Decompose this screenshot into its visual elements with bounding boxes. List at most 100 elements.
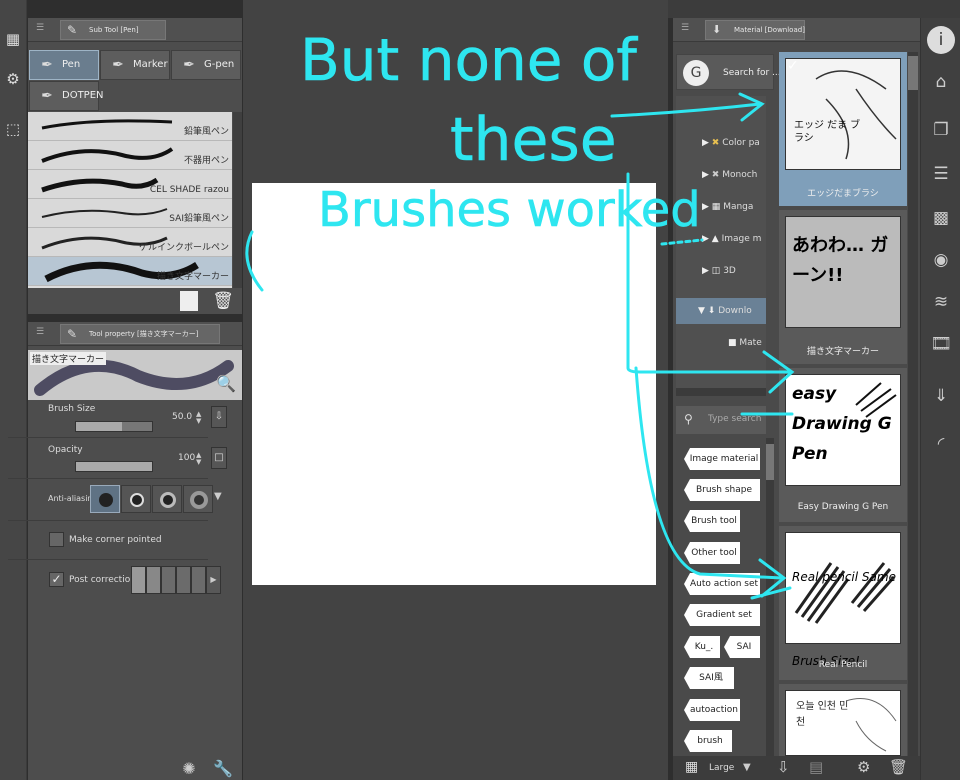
- settings-icon[interactable]: ⚙: [857, 758, 870, 776]
- manga-face-sketch: [815, 70, 897, 160]
- clip-logo-icon: G: [683, 60, 709, 86]
- brush-row[interactable]: SAI鉛筆風ペン: [28, 199, 232, 228]
- pen-icon: ✎: [67, 23, 78, 37]
- wrench-icon[interactable]: 🔧: [212, 758, 234, 780]
- pen-gear-icon: ✎: [67, 327, 78, 341]
- spinner-icon[interactable]: ✺: [178, 758, 200, 780]
- trash-icon[interactable]: 🗑: [889, 758, 908, 776]
- subtool-marker-button[interactable]: ✒ Marker: [100, 50, 170, 80]
- gear-icon[interactable]: ⚙: [2, 68, 24, 90]
- tree-item-manga[interactable]: ▶ ▦ Manga: [702, 194, 766, 220]
- brush-list-scrollbar[interactable]: [233, 112, 242, 288]
- pressure-settings-button[interactable]: ⇩: [211, 406, 227, 428]
- tag-scrollbar[interactable]: [766, 438, 774, 756]
- panel-menu-icon[interactable]: ☰: [36, 22, 48, 34]
- material-item[interactable]: easy Drawing G Pen Easy Drawing G Pen: [779, 368, 907, 522]
- tone-icon[interactable]: ▩: [927, 204, 955, 232]
- brush-row[interactable]: 鉛筆風ペン: [28, 112, 232, 141]
- antialias-none-button[interactable]: [90, 485, 120, 513]
- antialias-strong-button[interactable]: [183, 485, 213, 513]
- material-thumbnail: エッジ だま ブラシ: [785, 58, 901, 170]
- clip-studio-window: { "left_toolbar":{"icons":["grid-icon","…: [0, 0, 960, 780]
- tag-autoaction[interactable]: autoaction: [684, 699, 740, 721]
- tag-other-tool[interactable]: Other tool: [684, 542, 740, 564]
- tree-item-material-folder[interactable]: ■ Mate: [728, 330, 766, 356]
- grid-icon[interactable]: ▦: [2, 28, 24, 50]
- brush-row-selected[interactable]: 描き文字マーカー: [28, 257, 232, 286]
- color-wheel-icon[interactable]: ◉: [927, 246, 955, 274]
- divider: [8, 520, 208, 521]
- right-toolbar: i ⌂ ❐ ☰ ▩ ◉ ≋ 🎞 ⇓ ◜: [920, 18, 960, 780]
- antialias-weak-button[interactable]: [121, 485, 151, 513]
- material-download-icon[interactable]: ⇓: [927, 382, 955, 410]
- grid-view-icon[interactable]: ▦: [685, 759, 698, 775]
- brush-list: 鉛筆風ペン 不器用ペン CEL SHADE razou SAI鉛筆風ペン ゲルイ…: [28, 112, 232, 288]
- curve-icon[interactable]: ◜: [927, 430, 955, 458]
- chevron-down-icon[interactable]: ▼: [743, 762, 751, 773]
- tag-sai[interactable]: SAI: [724, 636, 760, 658]
- trash-icon[interactable]: 🗑: [212, 290, 234, 312]
- tree-scrollbar[interactable]: [676, 388, 766, 396]
- tag-brush[interactable]: brush: [684, 730, 732, 752]
- tree-item-download[interactable]: ▼ ⬇ Downlo: [676, 298, 766, 324]
- material-item[interactable]: 오늘 인천 민천: [779, 684, 907, 756]
- tree-item-image-material[interactable]: ▶ ▲ Image m: [702, 226, 766, 252]
- brush-row[interactable]: 不器用ペン: [28, 141, 232, 170]
- brush-stroke-preview: [41, 119, 173, 130]
- chevron-down-icon[interactable]: ▼: [214, 491, 222, 502]
- selection-icon[interactable]: ⬚: [2, 118, 24, 140]
- tag-image-material[interactable]: Image material: [684, 448, 760, 470]
- layer-property-icon[interactable]: ☰: [927, 160, 955, 188]
- pen-icon: ✒: [41, 57, 53, 73]
- opacity-fill: [76, 462, 152, 471]
- tag-gradient-set[interactable]: Gradient set: [684, 604, 760, 626]
- brush-size-slider[interactable]: [75, 421, 153, 432]
- panel-menu-icon[interactable]: ☰: [36, 326, 48, 338]
- new-subtool-icon[interactable]: [180, 291, 198, 311]
- tool-property-tab[interactable]: ✎ Tool property [描き文字マーカー]: [60, 324, 220, 344]
- drawing-canvas[interactable]: [252, 183, 656, 585]
- subtool-dotpen-button[interactable]: ✒ DOTPEN: [29, 81, 104, 111]
- tag-sai-style[interactable]: SAI風: [684, 667, 734, 689]
- layers-icon[interactable]: ≋: [927, 288, 955, 316]
- panel-menu-icon[interactable]: ☰: [681, 22, 693, 34]
- brush-row[interactable]: CEL SHADE razou: [28, 170, 232, 199]
- tree-item-monochrome[interactable]: ▶ ✖ Monoch: [702, 162, 766, 188]
- tag-auto-action-set[interactable]: Auto action set: [684, 573, 760, 595]
- corner-pointed-checkbox[interactable]: [49, 532, 64, 547]
- tree-item-color-pattern[interactable]: ▶ ✖ Color pa: [702, 130, 766, 156]
- antialias-medium-button[interactable]: [152, 485, 182, 513]
- tag-ku[interactable]: Ku_.: [684, 636, 720, 658]
- tag-search-box[interactable]: ⚲ Type search: [676, 406, 766, 434]
- antialias-options: ▼: [90, 485, 230, 513]
- opacity-settings-button[interactable]: □: [211, 447, 227, 469]
- paste-icon[interactable]: ⇩: [777, 758, 790, 776]
- layers-stack-icon[interactable]: ❐: [927, 116, 955, 144]
- subtool-pen-button[interactable]: ✒ Pen: [29, 50, 99, 80]
- sub-tool-tab[interactable]: ✎ Sub Tool [Pen]: [60, 20, 166, 40]
- opacity-spinner[interactable]: ▲ ▼: [196, 452, 204, 466]
- post-correction-checkbox[interactable]: ✓: [49, 572, 64, 587]
- navigator-icon[interactable]: ⌂: [927, 68, 955, 96]
- tree-item-3d[interactable]: ▶ ◫ 3D: [702, 258, 766, 284]
- post-correction-level[interactable]: ▶: [131, 566, 227, 594]
- material-tab[interactable]: ⬇ Material [Download]: [705, 20, 805, 40]
- info-icon[interactable]: i: [927, 26, 955, 54]
- brush-row[interactable]: ゲルインクボールペン: [28, 228, 232, 257]
- asset-search-box[interactable]: G Search for ...: [676, 54, 781, 90]
- subtool-gpen-button[interactable]: ✒ G-pen: [171, 50, 241, 80]
- brush-size-spinner[interactable]: ▲ ▼: [196, 411, 204, 425]
- material-item[interactable]: エッジ だま ブラシ ✓ エッジだまブラシ: [779, 52, 907, 206]
- tag-brush-tool[interactable]: Brush tool: [684, 510, 740, 532]
- copy-icon[interactable]: ▤: [809, 758, 823, 776]
- material-item[interactable]: Real pencil Same Brush Size! Real Pencil: [779, 526, 907, 680]
- tag-brush-shape[interactable]: Brush shape: [684, 479, 760, 501]
- material-item[interactable]: あわわ… ガーン!! 描き文字マーカー: [779, 210, 907, 364]
- film-icon[interactable]: 🎞: [927, 330, 955, 358]
- left-toolbar: ▦ ⚙ ⬚: [0, 0, 27, 780]
- gpen-icon: ✒: [183, 57, 195, 73]
- opacity-slider[interactable]: [75, 461, 153, 472]
- zoom-icon[interactable]: 🔍: [214, 372, 238, 396]
- brush-stroke-preview: [41, 147, 174, 163]
- material-scrollbar[interactable]: [908, 52, 918, 756]
